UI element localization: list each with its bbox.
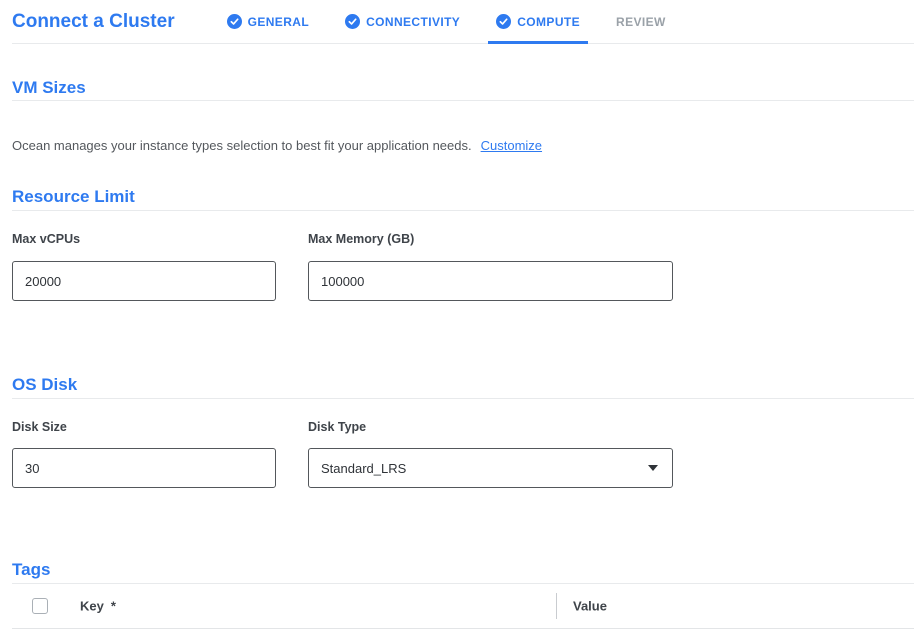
- vm-sizes-description-line: Ocean manages your instance types select…: [12, 138, 542, 153]
- max-memory-input[interactable]: [308, 261, 673, 301]
- tab-compute[interactable]: COMPUTE: [478, 0, 598, 44]
- key-column-header: Key *: [80, 599, 116, 614]
- wizard-tabs: GENERAL CONNECTIVITY COMPUTE REVIEW: [209, 0, 684, 44]
- check-circle-icon: [345, 14, 360, 29]
- required-asterisk: *: [111, 599, 116, 614]
- section-divider: [12, 210, 914, 211]
- customize-link[interactable]: Customize: [481, 138, 542, 153]
- disk-size-label: Disk Size: [12, 420, 67, 434]
- disk-type-selected-value: Standard_LRS: [321, 461, 406, 476]
- tags-heading: Tags: [12, 560, 50, 580]
- page-title: Connect a Cluster: [12, 11, 175, 33]
- max-memory-label: Max Memory (GB): [308, 232, 414, 246]
- max-vcpus-input[interactable]: [12, 261, 276, 301]
- tab-general-label: GENERAL: [248, 15, 309, 29]
- disk-type-select[interactable]: Standard_LRS: [308, 448, 673, 488]
- vm-sizes-heading: VM Sizes: [12, 78, 86, 98]
- tab-general[interactable]: GENERAL: [209, 0, 327, 44]
- check-circle-icon: [496, 14, 511, 29]
- column-separator: [556, 593, 557, 619]
- tab-review-label: REVIEW: [616, 15, 666, 29]
- wizard-header: Connect a Cluster GENERAL CONNECTIVITY: [12, 0, 914, 44]
- value-header-label: Value: [573, 599, 607, 614]
- max-vcpus-label: Max vCPUs: [12, 232, 80, 246]
- section-divider: [12, 398, 914, 399]
- disk-type-label: Disk Type: [308, 420, 366, 434]
- tab-connectivity[interactable]: CONNECTIVITY: [327, 0, 478, 44]
- tags-table-header-row: Key * Value: [12, 584, 914, 629]
- check-circle-icon: [227, 14, 242, 29]
- disk-size-input[interactable]: [12, 448, 276, 488]
- vm-sizes-description: Ocean manages your instance types select…: [12, 138, 472, 153]
- tab-review[interactable]: REVIEW: [598, 0, 684, 44]
- select-all-checkbox[interactable]: [32, 598, 48, 614]
- os-disk-heading: OS Disk: [12, 375, 77, 395]
- section-divider: [12, 100, 914, 101]
- resource-limit-heading: Resource Limit: [12, 187, 135, 207]
- tab-compute-label: COMPUTE: [517, 15, 580, 29]
- tab-connectivity-label: CONNECTIVITY: [366, 15, 460, 29]
- chevron-down-icon: [648, 465, 658, 471]
- connect-cluster-page: Connect a Cluster GENERAL CONNECTIVITY: [0, 0, 914, 639]
- key-header-label: Key: [80, 599, 104, 614]
